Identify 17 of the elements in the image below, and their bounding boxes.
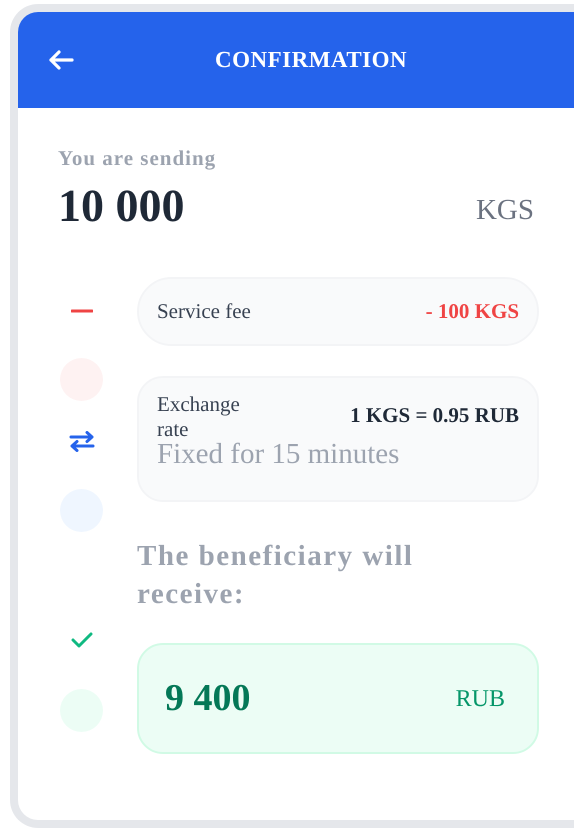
swap-arrows-icon	[68, 431, 94, 452]
check-icon	[70, 632, 92, 648]
receive-amount: 9 400	[165, 676, 250, 722]
minus-icon	[70, 309, 92, 313]
back-arrow-icon	[48, 49, 74, 71]
page-title: CONFIRMATION	[215, 46, 408, 74]
back-button[interactable]	[48, 48, 74, 72]
section-label: You are sending	[58, 148, 218, 169]
fee-value: - 100 KGS	[426, 298, 519, 325]
fee-label: Service fee	[157, 298, 251, 325]
rate-label: Exchange rate	[157, 392, 241, 442]
rate-note: Fixed for 15 minutes	[157, 440, 400, 470]
receive-currency: RUB	[456, 684, 505, 714]
amount-text: 10 000	[58, 183, 184, 229]
currency-text: KGS	[476, 196, 534, 225]
rate-value: 1 KGS = 0.95 RUB	[350, 402, 519, 429]
section-heading: The beneficiary will receive:	[137, 539, 414, 612]
